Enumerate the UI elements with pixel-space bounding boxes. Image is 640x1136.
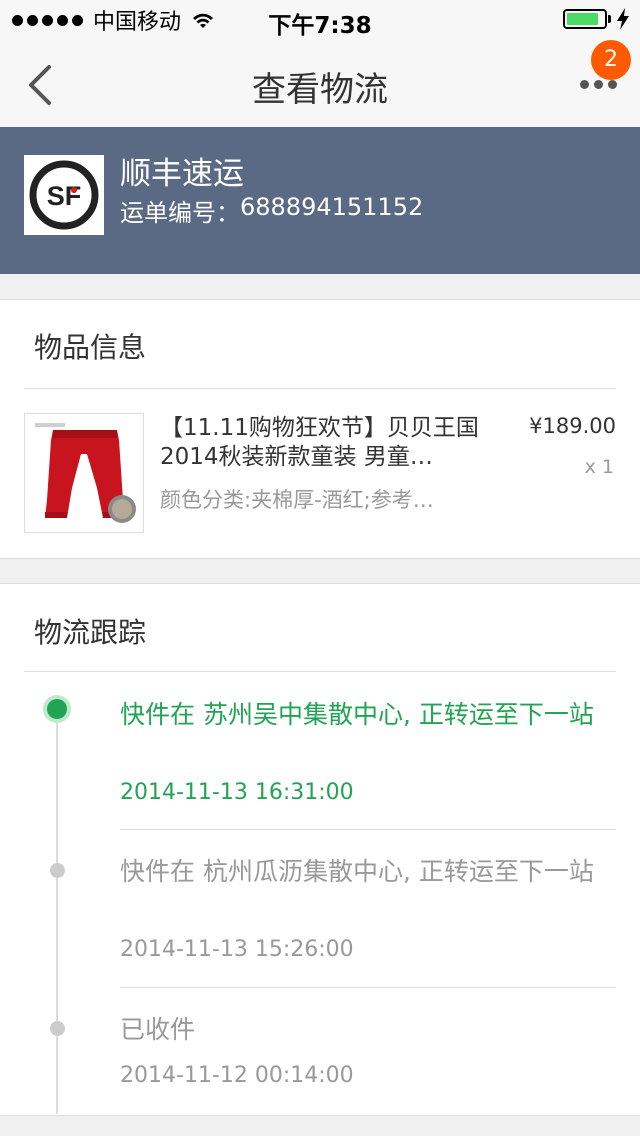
timeline-dot	[50, 863, 65, 878]
tracking-event-text: 已收件	[120, 1015, 196, 1044]
product-name[interactable]: 【11.11购物狂欢节】贝贝王国2014秋装新款童装 男童…	[160, 414, 500, 472]
divider	[24, 671, 616, 672]
product-quantity: x 1	[584, 456, 614, 478]
svg-text:SF: SF	[47, 181, 82, 211]
tracking-event-time: 2014-11-13 15:26:00	[120, 937, 354, 962]
product-image[interactable]	[24, 413, 144, 533]
divider	[120, 987, 616, 988]
pants-image	[25, 414, 143, 532]
goods-section-title: 物品信息	[34, 331, 147, 364]
timeline-dot	[50, 1021, 65, 1036]
tracking-event-text: 快件在 杭州瓜沥集散中心, 正转运至下一站	[120, 857, 594, 886]
battery-tip	[608, 15, 611, 23]
more-dots-icon	[579, 79, 589, 89]
notification-badge: 2	[591, 40, 631, 80]
waybill-row: 运单编号： 688894151152	[120, 193, 423, 227]
tracking-event-time: 2014-11-12 00:14:00	[120, 1063, 354, 1088]
tracking-event-text: 快件在 苏州吴中集散中心, 正转运至下一站	[120, 700, 594, 729]
carrier-logo: SF	[24, 155, 104, 235]
more-dot	[593, 79, 603, 89]
timeline-dot-active	[43, 695, 71, 723]
status-time: 下午7:38	[268, 13, 372, 39]
divider	[24, 388, 616, 389]
divider	[120, 829, 616, 830]
sf-logo-icon: SF	[29, 160, 99, 230]
more-dot	[607, 79, 617, 89]
waybill-label: 运单编号：	[120, 199, 240, 227]
charging-icon	[617, 8, 629, 30]
carrier-name-label: 顺丰速运	[120, 156, 244, 192]
timeline-line	[56, 710, 58, 1114]
product-price: ¥189.00	[529, 414, 616, 438]
tracking-event-time: 2014-11-13 16:31:00	[120, 780, 354, 805]
product-sku: 颜色分类:夹棉厚-酒红;参考…	[160, 488, 434, 512]
battery-icon	[563, 9, 607, 29]
waybill-number[interactable]: 688894151152	[240, 193, 423, 227]
tracking-section-title: 物流跟踪	[34, 616, 147, 649]
chevron-left-icon	[29, 65, 51, 105]
back-button[interactable]	[10, 55, 70, 115]
battery-level-fill	[567, 13, 598, 25]
